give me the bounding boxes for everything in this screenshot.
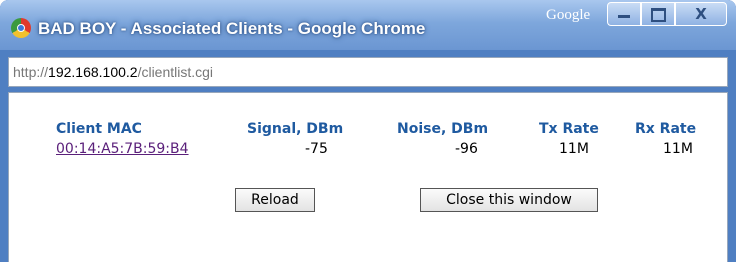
- close-window-button[interactable]: Close this window: [420, 188, 598, 212]
- address-bar[interactable]: http://192.168.100.2/clientlist.cgi: [8, 57, 728, 87]
- title-bar[interactable]: BAD BOY - Associated Clients - Google Ch…: [0, 0, 736, 50]
- url-host: 192.168.100.2: [48, 64, 138, 80]
- window-title: BAD BOY - Associated Clients - Google Ch…: [38, 19, 426, 38]
- reload-button[interactable]: Reload: [235, 188, 315, 212]
- header-client-mac: Client MAC: [56, 121, 142, 137]
- rx-rate-value: 11M: [663, 141, 693, 157]
- tx-rate-value: 11M: [559, 141, 589, 157]
- signal-value: -75: [305, 141, 328, 157]
- chrome-icon: [11, 18, 31, 38]
- close-button[interactable]: X: [675, 2, 727, 26]
- noise-value: -96: [455, 141, 478, 157]
- minimize-button[interactable]: [607, 2, 641, 26]
- header-noise: Noise, DBm: [397, 121, 489, 137]
- header-tx-rate: Tx Rate: [539, 121, 599, 137]
- minimize-icon: [618, 15, 630, 18]
- close-icon: X: [695, 5, 707, 23]
- client-mac-link[interactable]: 00:14:A5:7B:59:B4: [56, 141, 189, 157]
- url-path: /clientlist.cgi: [137, 64, 214, 80]
- header-rx-rate: Rx Rate: [635, 121, 697, 137]
- maximize-button[interactable]: [641, 2, 675, 26]
- google-brand-text: Google: [546, 7, 591, 23]
- maximize-icon: [650, 8, 666, 22]
- header-signal: Signal, DBm: [247, 121, 344, 137]
- url-scheme: http://: [13, 64, 49, 80]
- page-content: Client MAC Signal, DBm Noise, DBm Tx Rat…: [8, 92, 728, 262]
- browser-window: BAD BOY - Associated Clients - Google Ch…: [0, 0, 736, 262]
